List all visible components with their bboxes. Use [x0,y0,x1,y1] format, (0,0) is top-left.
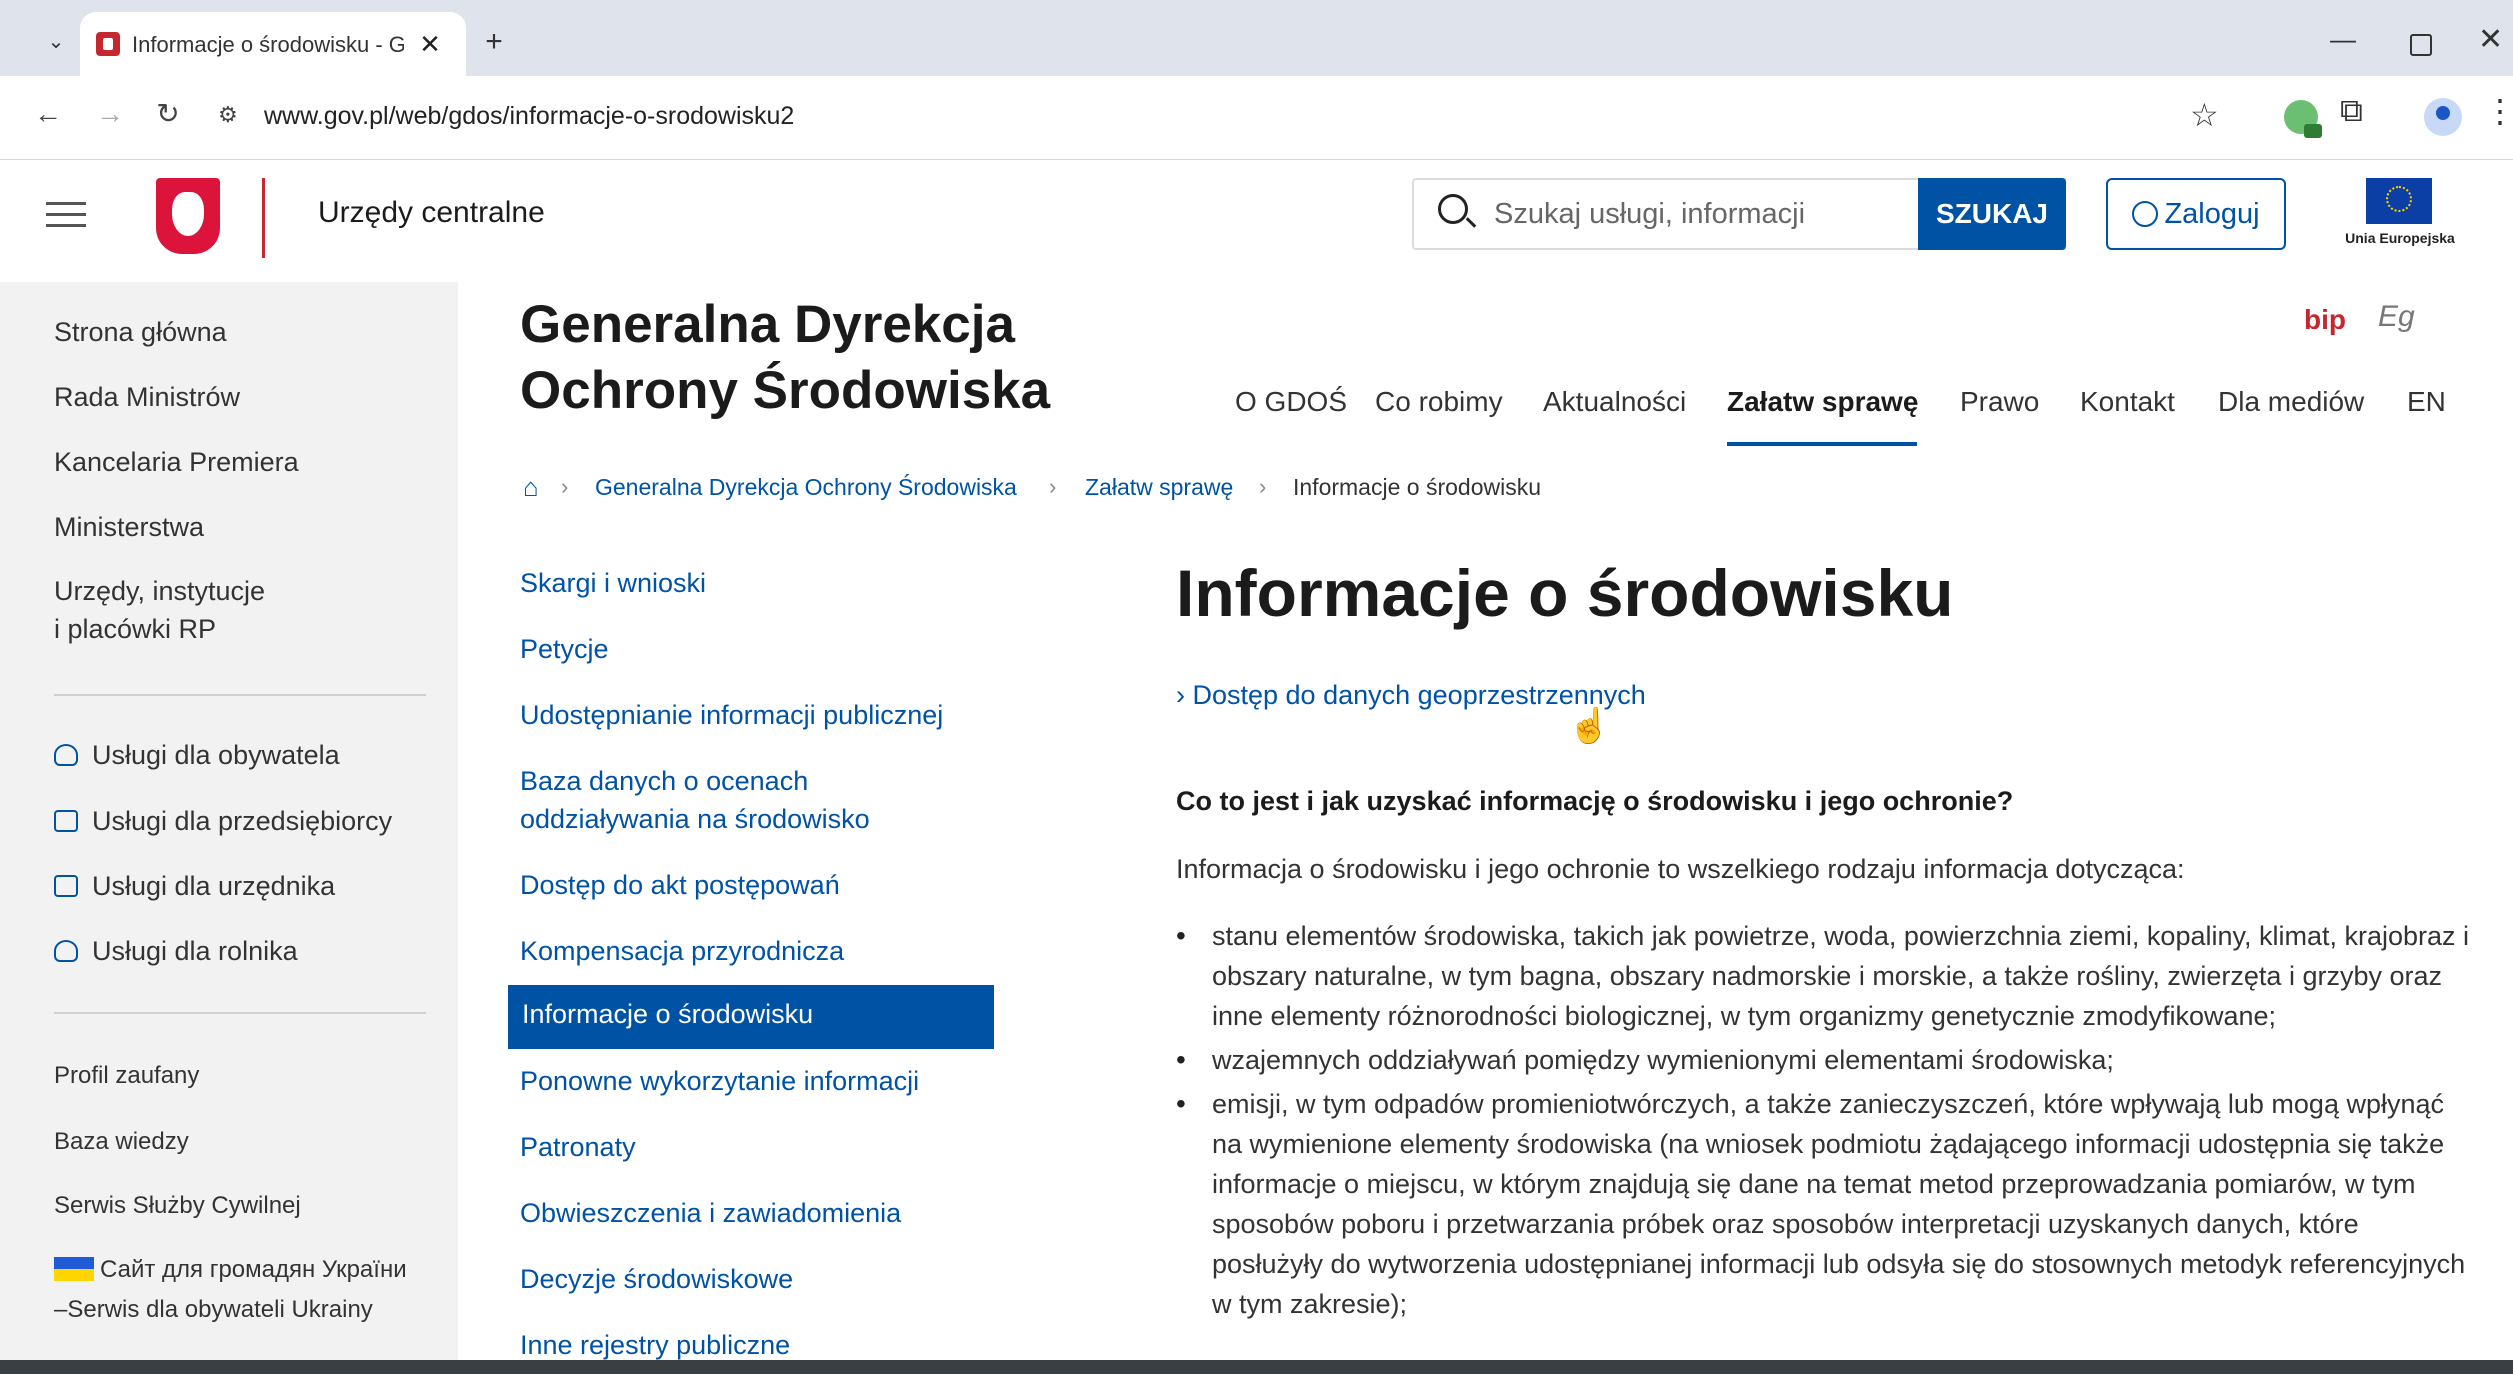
chevron-right-icon: › [1259,474,1267,499]
subnav-skargi[interactable]: Skargi i wnioski [520,564,706,602]
nav-en[interactable]: EN [2407,386,2446,418]
breadcrumb-gdos[interactable]: Generalna Dyrekcja Ochrony Środowiska [595,474,1017,501]
bookmark-star-icon[interactable]: ☆ [2190,96,2219,134]
favicon-icon [96,32,120,56]
address-bar: ← → ↻ ⚙ www.gov.pl/web/gdos/informacje-o… [0,76,2513,160]
eu-flag-icon [2366,178,2432,224]
section-heading: Co to jest i jak uzyskać informację o śr… [1176,786,2014,816]
back-icon[interactable]: ← [28,94,68,134]
bip-logo[interactable]: bip [2304,304,2346,336]
url-field[interactable]: ⚙ www.gov.pl/web/gdos/informacje-o-srodo… [200,88,2210,144]
person-icon [54,744,78,766]
person-icon [54,940,78,962]
page-title: Informacje o środowisku [1176,556,1954,630]
hamburger-menu-icon[interactable] [46,202,86,232]
breadcrumb-current: Informacje o środowisku [1293,474,1541,500]
subnav-ponowne[interactable]: Ponowne wykorzytanie informacji [520,1062,919,1100]
sidebar-service-business[interactable]: Usługi dla przedsiębiorcy [54,806,392,837]
search-icon [1438,194,1468,224]
nav-o-gdos[interactable]: O GDOŚ [1235,386,1347,418]
chevron-right-icon: › [1049,474,1057,499]
subnav-informacje-active[interactable]: Informacje o środowisku [508,985,994,1049]
list-item: wzajemnych oddziaływań pomiędzy wymienio… [1176,1040,2476,1080]
subnav-baza-danych-2[interactable]: oddziaływania na środowisko [520,800,870,838]
tab-title: Informacje o środowisku - Gen [132,32,404,57]
reload-icon[interactable]: ↻ [148,94,188,134]
eu-label: Unia Europejska [2345,230,2455,246]
nav-prawo[interactable]: Prawo [1960,386,2039,418]
sidebar-service-official[interactable]: Usługi dla urzędnika [54,871,335,902]
briefcase-icon [54,810,78,832]
subnav-patronaty[interactable]: Patronaty [520,1128,636,1166]
forward-icon[interactable]: → [90,94,130,134]
active-nav-underline [1727,442,1917,446]
close-tab-icon[interactable]: ✕ [412,26,448,62]
sidebar-item-home[interactable]: Strona główna [54,313,227,351]
laptop-icon [54,875,78,897]
login-label: Zaloguj [2164,198,2260,230]
browser-tab-bar: ⌄ Informacje o środowisku - Gen ✕ + — ✕ [0,0,2513,76]
bullet-list: stanu elementów środowiska, takich jak p… [1176,916,2476,1328]
sidebar-divider [54,694,426,696]
sidebar-item-council[interactable]: Rada Ministrów [54,378,240,416]
nav-co-robimy[interactable]: Co robimy [1375,386,1503,418]
taskbar-strip [0,1360,2513,1374]
ukraine-flag-icon [54,1257,94,1281]
site-info-icon[interactable]: ⚙ [218,102,238,128]
site-name[interactable]: Urzędy centralne [318,196,545,230]
nav-zalatw-sprawe[interactable]: Załatw sprawę [1727,386,1918,418]
extension-icon[interactable] [2284,100,2322,138]
sidebar-divider [54,1012,426,1014]
intro-text: Informacja o środowisku i jego ochronie … [1176,854,2185,884]
window-close-icon[interactable]: ✕ [2478,22,2503,57]
home-icon[interactable]: ⌂ [523,472,539,503]
profile-avatar-icon[interactable] [2424,98,2462,136]
subnav-dostep-akt[interactable]: Dostęp do akt postępowań [520,866,840,904]
tab-search-icon[interactable]: ⌄ [36,22,76,62]
sidebar-item-ukraine-2[interactable]: –Serwis dla obywateli Ukrainy [54,1296,373,1324]
sidebar-item-knowledge-base[interactable]: Baza wiedzy [54,1128,189,1156]
site-header: Urzędy centralne SZUKAJ Zaloguj Unia Eur… [0,160,2513,282]
subnav-obwieszczenia[interactable]: Obwieszczenia i zawiadomienia [520,1194,901,1232]
breadcrumb-zalatw[interactable]: Załatw sprawę [1085,474,1233,501]
user-circle-icon [2132,201,2159,227]
nav-aktualnosci[interactable]: Aktualności [1543,386,1686,418]
subnav-kompensacja[interactable]: Kompensacja przyrodnicza [520,932,844,970]
login-button[interactable]: Zaloguj [2106,178,2286,250]
url-text: www.gov.pl/web/gdos/informacje-o-srodowi… [264,102,795,130]
sidebar-item-offices-2[interactable]: i placówki RP [54,610,216,648]
new-tab-button[interactable]: + [474,24,514,64]
sidebar-item-offices[interactable]: Urzędy, instytucje [54,572,265,610]
extensions-puzzle-icon[interactable]: ⧉ [2340,92,2363,130]
chevron-right-icon: › [561,474,569,499]
list-item: stanu elementów środowiska, takich jak p… [1176,916,2476,1036]
subnav-udostepnianie[interactable]: Udostępnianie informacji publicznej [520,696,943,734]
search-input[interactable] [1494,194,1954,234]
eg-logo[interactable]: Eg [2378,300,2415,334]
list-item: emisji, w tym odpadów promieniotwórczych… [1176,1084,2476,1324]
sidebar-item-chancellery[interactable]: Kancelaria Premiera [54,443,299,481]
sidebar-service-citizen[interactable]: Usługi dla obywatela [54,740,340,771]
nav-dla-mediow[interactable]: Dla mediów [2218,386,2364,418]
org-title[interactable]: Generalna Dyrekcja Ochrony Środowiska [520,292,1050,424]
minimize-icon[interactable]: — [2330,24,2356,55]
sidebar-item-ukraine[interactable]: Сайт для громадян України [54,1256,407,1284]
header-divider [262,178,265,258]
hand-cursor-icon: ☝ [1568,707,1611,745]
nav-kontakt[interactable]: Kontakt [2080,386,2175,418]
browser-menu-icon[interactable]: ⋮ [2484,92,2513,130]
sidebar-service-farmer[interactable]: Usługi dla rolnika [54,936,298,967]
sidebar-item-civil-service[interactable]: Serwis Służby Cywilnej [54,1192,301,1220]
subnav-petycje[interactable]: Petycje [520,630,609,668]
subnav-inne-rejestry[interactable]: Inne rejestry publiczne [520,1326,790,1364]
search-button[interactable]: SZUKAJ [1918,178,2066,250]
polish-emblem-logo[interactable] [156,178,220,254]
browser-tab[interactable]: Informacje o środowisku - Gen ✕ [80,12,466,76]
subnav-baza-danych[interactable]: Baza danych o ocenach [520,762,808,800]
sidebar-item-ministries[interactable]: Ministerstwa [54,508,204,546]
sidebar-item-trusted-profile[interactable]: Profil zaufany [54,1062,199,1090]
gov-sidebar: Strona główna Rada Ministrów Kancelaria … [0,282,458,1374]
maximize-icon[interactable] [2410,34,2432,56]
subnav-decyzje[interactable]: Decyzje środowiskowe [520,1260,793,1298]
